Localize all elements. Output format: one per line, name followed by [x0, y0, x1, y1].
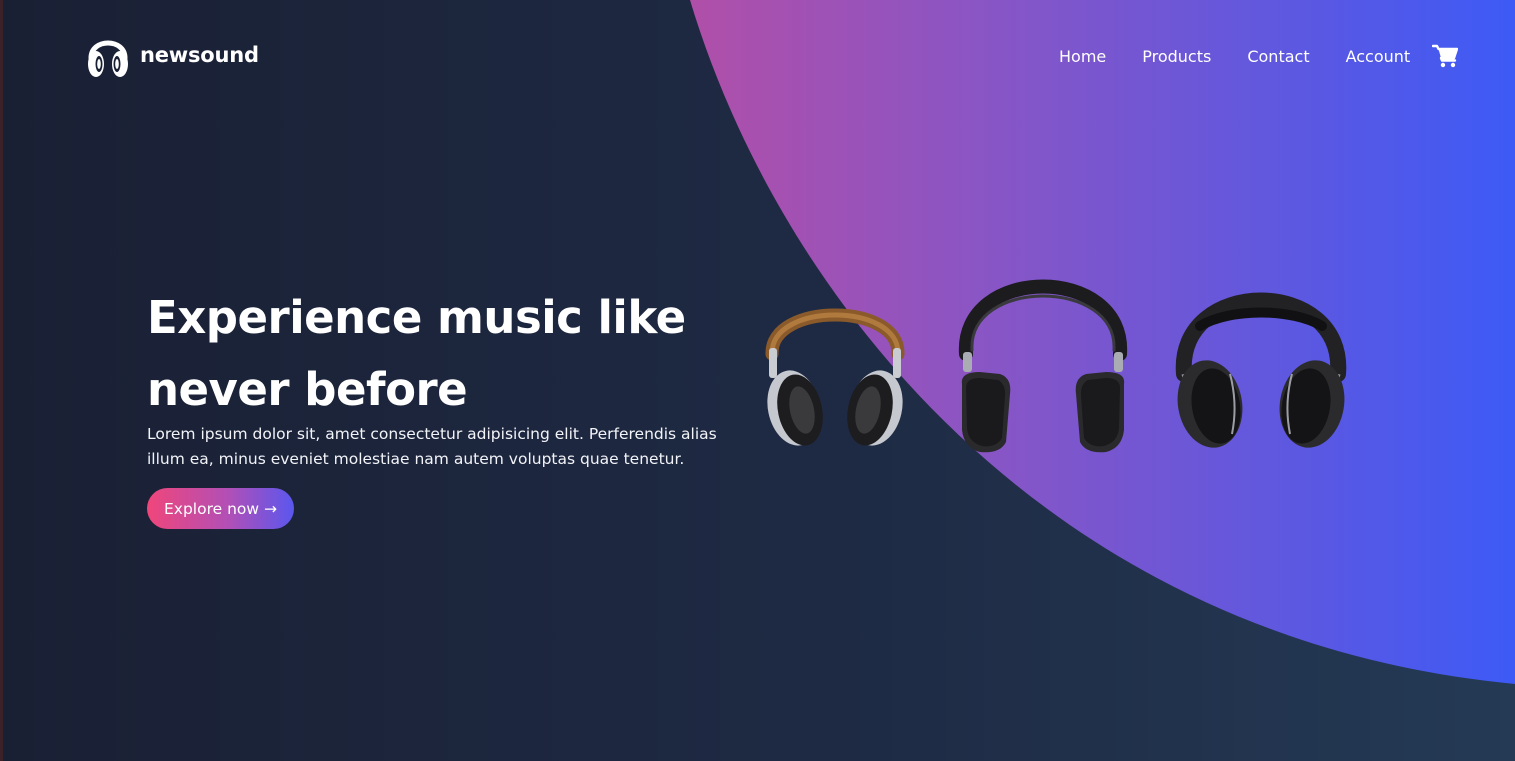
nav-account[interactable]: Account	[1346, 47, 1411, 66]
headphones-icon	[88, 40, 128, 77]
nav-products[interactable]: Products	[1142, 47, 1211, 66]
brand-name: newsound	[140, 43, 259, 67]
main-nav: Home Products Contact Account	[1059, 44, 1459, 68]
product-headphones-brown[interactable]	[760, 284, 910, 452]
explore-now-button[interactable]: Explore now →	[147, 488, 294, 529]
product-headphones-black-studio[interactable]	[950, 254, 1136, 456]
hero-title: Experience music like never before	[147, 291, 686, 416]
brand-logo[interactable]: newsound	[85, 30, 259, 80]
product-headphones-black-wireless[interactable]	[1170, 274, 1352, 452]
nav-home[interactable]: Home	[1059, 47, 1106, 66]
nav-contact[interactable]: Contact	[1247, 47, 1309, 66]
cart-icon[interactable]	[1432, 44, 1459, 68]
hero-description: Lorem ipsum dolor sit, amet consectetur …	[147, 425, 717, 468]
